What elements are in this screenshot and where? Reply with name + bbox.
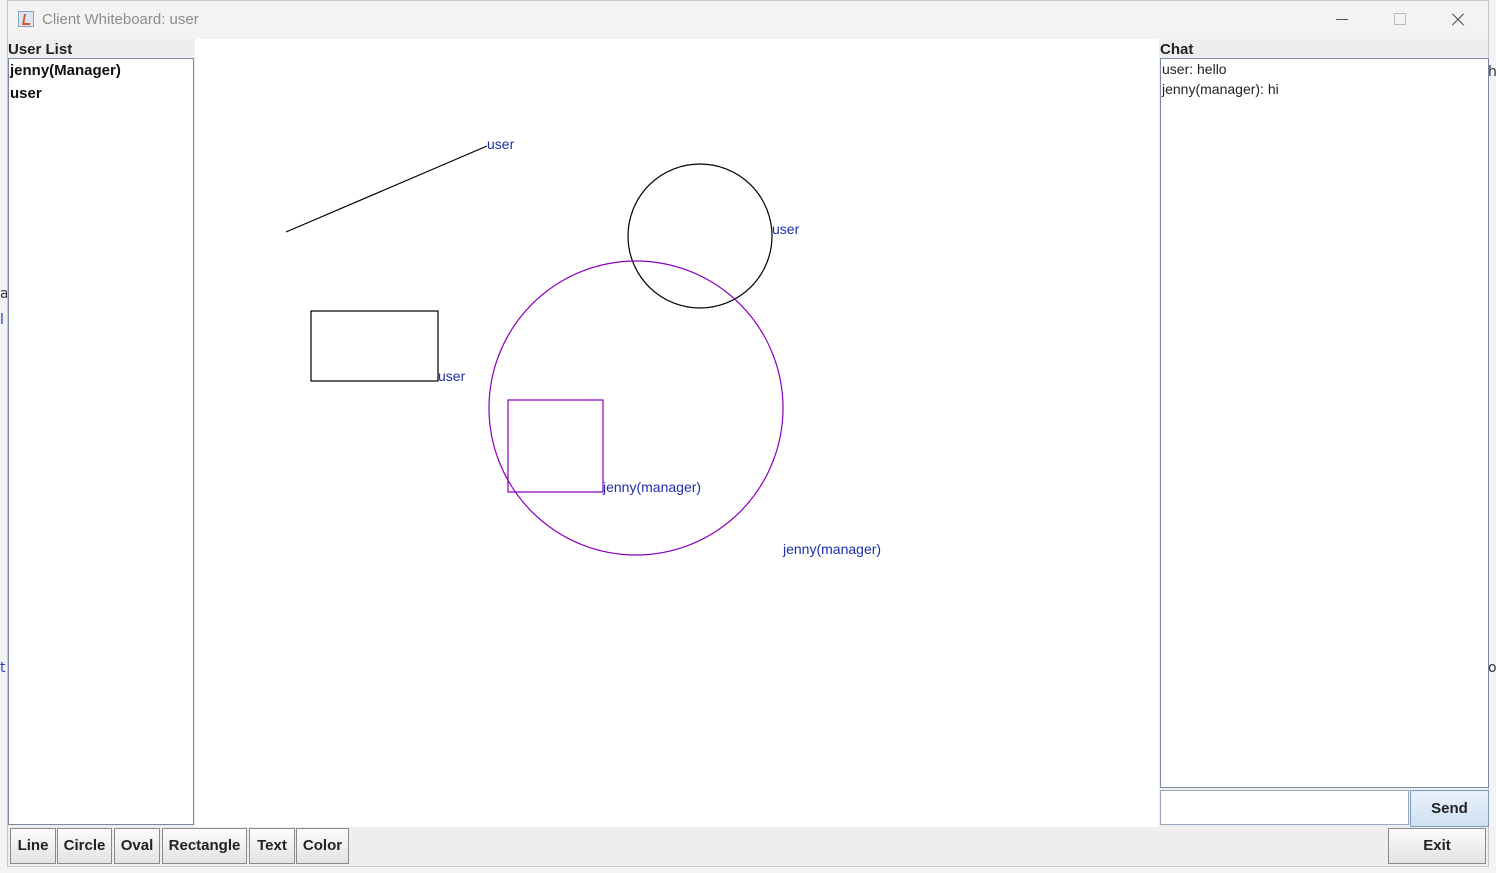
user-list-item[interactable]: jenny(Manager) [9, 59, 193, 82]
circle-shape [488, 260, 784, 556]
user-list[interactable]: jenny(Manager) user [8, 58, 194, 825]
user-list-label: User List [8, 41, 73, 58]
shape-owner-label: user [438, 368, 466, 384]
chat-message-input[interactable] [1160, 790, 1409, 825]
shape-owner-label: user [772, 221, 800, 237]
whiteboard-window: Client Whiteboard: user User List jenny(… [7, 0, 1489, 867]
color-picker-button[interactable]: Color [296, 828, 349, 864]
background-window-edge: t [0, 660, 6, 676]
rectangle-shape [507, 399, 604, 493]
user-list-item[interactable]: user [9, 82, 193, 105]
window-title: Client Whiteboard: user [42, 11, 199, 28]
chat-log[interactable]: user: hello jenny(manager): hi [1160, 58, 1489, 788]
rectangle-shape [310, 310, 439, 382]
title-bar[interactable]: Client Whiteboard: user [8, 1, 1488, 39]
chat-message: jenny(manager): hi [1162, 81, 1279, 97]
java-app-icon [18, 11, 34, 27]
background-window-edge: h [1488, 64, 1496, 80]
circle-shape [627, 163, 773, 309]
rectangle-tool-button[interactable]: Rectangle [162, 828, 247, 864]
send-button[interactable]: Send [1410, 790, 1489, 827]
maximize-icon[interactable] [1377, 9, 1423, 31]
oval-tool-button[interactable]: Oval [114, 828, 160, 864]
exit-button[interactable]: Exit [1388, 828, 1486, 864]
text-tool-button[interactable]: Text [249, 828, 295, 864]
minimize-icon[interactable] [1319, 9, 1365, 31]
shape-owner-label: jenny(manager) [602, 479, 701, 495]
line-shape [285, 145, 488, 233]
chat-label: Chat [1160, 41, 1194, 58]
background-window-edge: l [0, 312, 4, 328]
drawing-surface[interactable]: user user user jenny(manager) jenny(mana… [195, 39, 1159, 827]
whiteboard-canvas[interactable]: user user user jenny(manager) jenny(mana… [195, 39, 1159, 827]
shape-owner-label: jenny(manager) [782, 541, 881, 557]
circle-tool-button[interactable]: Circle [57, 828, 112, 864]
line-tool-button[interactable]: Line [10, 828, 56, 864]
close-icon[interactable] [1435, 9, 1481, 31]
shape-owner-label: user [487, 136, 515, 152]
chat-message: user: hello [1162, 61, 1227, 77]
background-window-edge: o [1488, 660, 1496, 676]
